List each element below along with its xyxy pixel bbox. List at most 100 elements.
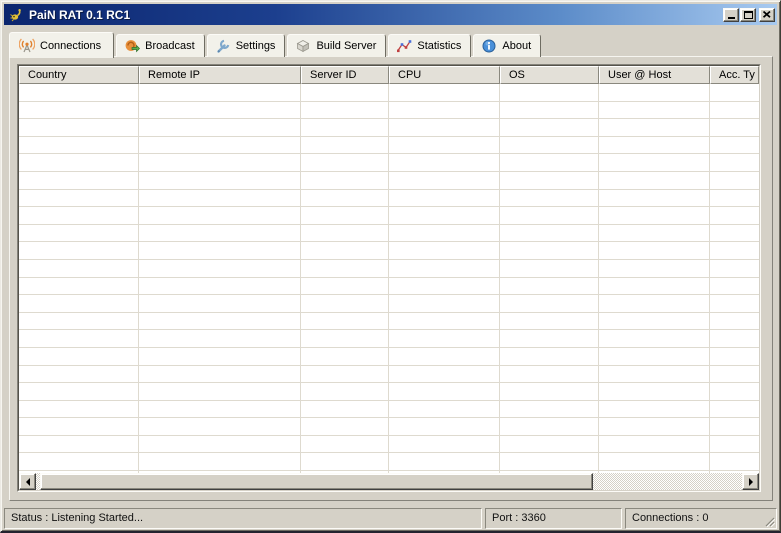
table-cell <box>19 278 139 295</box>
table-cell <box>389 207 500 224</box>
table-row <box>19 137 759 155</box>
table-cell <box>710 313 759 330</box>
tab-connections[interactable]: Connections <box>9 32 114 58</box>
table-cell <box>710 119 759 136</box>
table-row <box>19 295 759 313</box>
table-cell <box>301 383 389 400</box>
table-cell <box>599 383 710 400</box>
table-cell <box>389 313 500 330</box>
table-cell <box>599 278 710 295</box>
table-cell <box>710 330 759 347</box>
table-cell <box>389 84 500 101</box>
table-row <box>19 278 759 296</box>
tab-broadcast[interactable]: Broadcast <box>116 34 205 57</box>
column-header-country[interactable]: Country <box>19 66 139 84</box>
table-row <box>19 84 759 102</box>
table-cell <box>710 242 759 259</box>
minimize-button[interactable] <box>723 8 739 22</box>
table-cell <box>500 137 599 154</box>
table-cell <box>301 278 389 295</box>
window-controls <box>722 8 775 22</box>
table-cell <box>599 137 710 154</box>
table-cell <box>500 119 599 136</box>
table-cell <box>301 295 389 312</box>
build-server-icon <box>295 38 311 54</box>
table-cell <box>500 383 599 400</box>
table-cell <box>301 84 389 101</box>
table-cell <box>139 453 301 470</box>
scroll-right-button[interactable] <box>742 473 759 490</box>
table-cell <box>301 401 389 418</box>
table-cell <box>19 436 139 453</box>
table-cell <box>19 348 139 365</box>
scrollbar-track[interactable] <box>593 473 742 490</box>
maximize-button[interactable] <box>740 8 756 22</box>
column-header-cpu[interactable]: CPU <box>389 66 500 84</box>
table-row <box>19 418 759 436</box>
table-cell <box>139 225 301 242</box>
settings-icon <box>215 38 231 54</box>
table-cell <box>301 313 389 330</box>
table-cell <box>500 313 599 330</box>
table-row <box>19 119 759 137</box>
table-cell <box>19 260 139 277</box>
column-header-server-id[interactable]: Server ID <box>301 66 389 84</box>
table-row <box>19 436 759 454</box>
table-row <box>19 102 759 120</box>
table-cell <box>599 242 710 259</box>
horizontal-scrollbar[interactable] <box>19 473 759 490</box>
table-cell <box>389 453 500 470</box>
table-cell <box>599 401 710 418</box>
tab-label: Broadcast <box>145 40 195 52</box>
column-header-remote-ip[interactable]: Remote IP <box>139 66 301 84</box>
table-cell <box>139 242 301 259</box>
column-header-os[interactable]: OS <box>500 66 599 84</box>
table-cell <box>19 137 139 154</box>
table-cell <box>19 313 139 330</box>
close-button[interactable] <box>759 8 775 22</box>
table-cell <box>710 225 759 242</box>
table-cell <box>301 190 389 207</box>
table-cell <box>599 172 710 189</box>
table-cell <box>389 330 500 347</box>
table-row <box>19 242 759 260</box>
scroll-left-button[interactable] <box>19 473 36 490</box>
tab-build-server[interactable]: Build Server <box>287 34 386 57</box>
tab-about[interactable]: About <box>473 34 541 57</box>
table-row <box>19 401 759 419</box>
table-cell <box>139 295 301 312</box>
table-cell <box>389 190 500 207</box>
table-cell <box>599 348 710 365</box>
table-cell <box>599 366 710 383</box>
tab-statistics[interactable]: Statistics <box>388 34 471 57</box>
table-cell <box>139 401 301 418</box>
table-cell <box>599 436 710 453</box>
table-cell <box>301 436 389 453</box>
column-header-user-host[interactable]: User @ Host <box>599 66 710 84</box>
table-cell <box>710 401 759 418</box>
table-cell <box>500 207 599 224</box>
scrollbar-thumb[interactable] <box>40 473 593 490</box>
resize-grip-icon[interactable] <box>763 515 775 527</box>
table-row <box>19 366 759 384</box>
table-cell <box>599 207 710 224</box>
table-header: Country Remote IP Server ID CPU OS User … <box>19 66 759 84</box>
table-cell <box>599 190 710 207</box>
table-cell <box>139 313 301 330</box>
table-cell <box>139 137 301 154</box>
table-cell <box>710 172 759 189</box>
table-cell <box>599 102 710 119</box>
table-cell <box>710 348 759 365</box>
table-cell <box>19 84 139 101</box>
table-cell <box>710 418 759 435</box>
tab-settings[interactable]: Settings <box>207 34 286 57</box>
column-header-acc-type[interactable]: Acc. Ty <box>710 66 759 84</box>
table-cell <box>19 154 139 171</box>
connections-page: Country Remote IP Server ID CPU OS User … <box>9 56 773 501</box>
table-cell <box>500 84 599 101</box>
table-cell <box>389 278 500 295</box>
table-cell <box>599 295 710 312</box>
maximize-icon <box>744 11 753 19</box>
table-cell <box>500 418 599 435</box>
table-cell <box>710 84 759 101</box>
